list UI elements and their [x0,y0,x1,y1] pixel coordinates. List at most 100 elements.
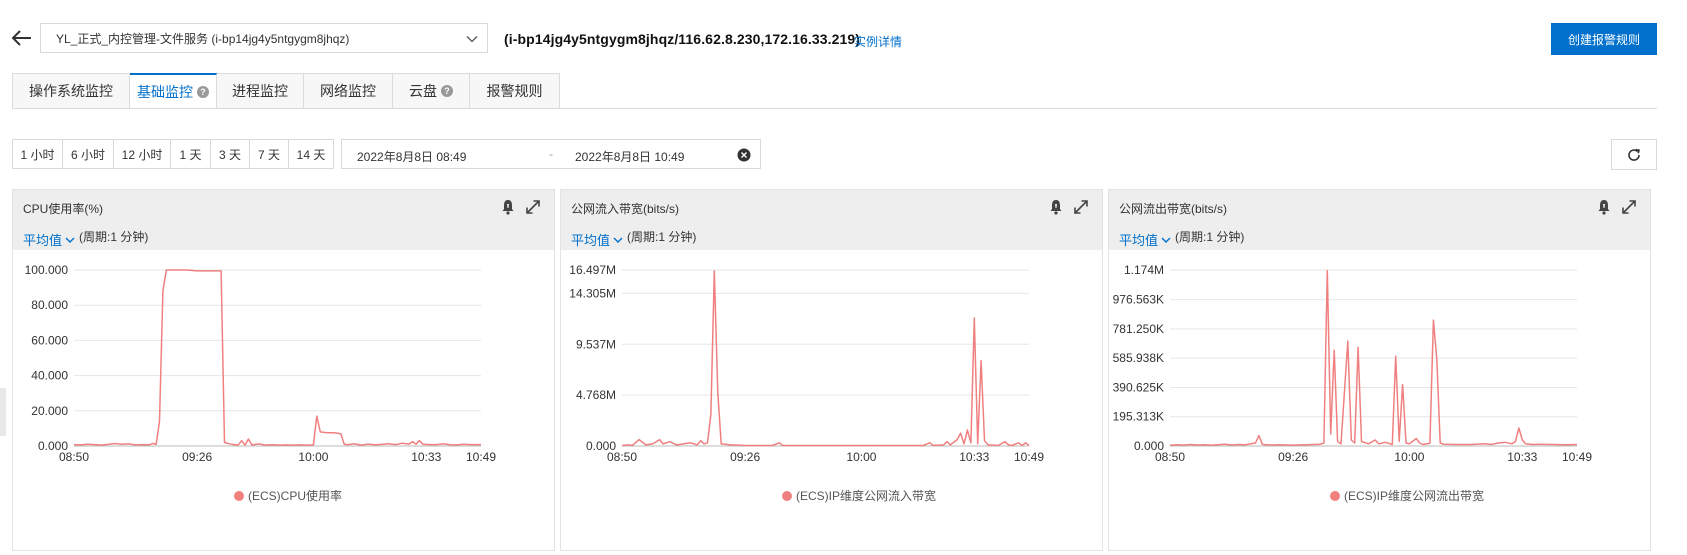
monitor-tabs: 操作系统监控 基础监控 ? 进程监控 网络监控 云盘 ? 报警规则 [12,73,560,109]
tab-network-monitor[interactable]: 网络监控 [304,73,393,109]
y-tick-label: 1.174M [1124,263,1164,277]
y-tick-label: 14.305M [569,286,616,300]
chevron-down-icon [613,237,623,243]
instance-info: (i-bp14jg4y5ntgygm8jhqz/116.62.8.230,172… [504,31,861,47]
x-tick-label: 10:49 [1562,450,1592,464]
y-tick-label: 80.000 [31,298,68,312]
x-tick-label: 09:26 [1278,450,1308,464]
x-tick-label: 08:50 [59,450,89,464]
tab-label: 操作系统监控 [29,83,113,99]
alarm-bell-icon[interactable] [1595,198,1613,216]
panel-header: CPU使用率(%) 平均值 (周期:1 分钟) [13,190,554,250]
panel-title: 公网流出带宽(bits/s) [1119,202,1228,216]
tab-label: 进程监控 [232,83,288,99]
x-tick-label: 10:00 [1394,450,1424,464]
chevron-down-icon [65,237,75,243]
time-range-buttons: 1 小时 6 小时 12 小时 1 天 3 天 7 天 14 天 [12,139,334,169]
y-tick-label: 9.537M [576,337,616,351]
y-tick-label: 20.000 [31,404,68,418]
x-tick-label: 09:26 [730,450,760,464]
tab-divider [12,108,1657,109]
x-tick-label: 09:26 [182,450,212,464]
tab-label: 网络监控 [320,83,376,99]
instance-detail-link[interactable]: 实例详情 [854,33,902,50]
x-tick-label: 10:33 [959,450,989,464]
aggregation-select[interactable]: 平均值 [571,230,624,249]
series-line [73,269,481,446]
expand-icon[interactable] [1072,198,1090,216]
x-tick-label: 10:00 [846,450,876,464]
aggregation-select[interactable]: 平均值 [1119,230,1172,249]
aggregation-value: 平均值 [23,233,63,248]
y-tick-label: 390.625K [1113,380,1164,394]
alarm-bell-icon[interactable] [499,198,517,216]
y-tick-label: 585.938K [1113,351,1164,365]
aggregation-select[interactable]: 平均值 [23,230,76,249]
outbound-bandwidth-panel: 公网流出带宽(bits/s) 平均值 (周期:1 分钟) 0.000 195.31… [1108,189,1651,551]
range-7d-button[interactable]: 7 天 [250,139,289,169]
expand-icon[interactable] [1620,198,1638,216]
tab-basic-monitor[interactable]: 基础监控 ? [130,73,217,109]
clear-icon[interactable] [737,148,751,162]
legend-label: (ECS)IP维度公网流出带宽 [1344,488,1484,503]
cpu-usage-panel: CPU使用率(%) 平均值 (周期:1 分钟) 0.000 20.000 40.00… [12,189,555,551]
help-icon[interactable]: ? [441,85,453,97]
panel-title: CPU使用率(%) [23,202,103,216]
tab-label: 报警规则 [486,83,543,99]
x-tick-label: 08:50 [1155,450,1185,464]
panel-header: 公网流入带宽(bits/s) 平均值 (周期:1 分钟) [561,190,1102,250]
help-icon[interactable]: ? [197,85,209,98]
range-6h-button[interactable]: 6 小时 [63,139,114,169]
chevron-down-icon [1161,237,1171,243]
legend-label: (ECS)IP维度公网流入带宽 [796,488,936,503]
legend-marker [1330,491,1340,501]
period-label: (周期:1 分钟) [79,230,149,244]
range-1h-button[interactable]: 1 小时 [12,139,63,169]
side-panel-handle[interactable] [0,388,6,436]
alarm-bell-icon[interactable] [1047,198,1065,216]
tab-alarm-rules[interactable]: 报警规则 [470,73,560,109]
date-range-picker[interactable]: 2022年8月8日 08:49 - 2022年8月8日 10:49 [341,139,761,169]
y-tick-label: 781.250K [1113,322,1164,336]
panel-header: 公网流出带宽(bits/s) 平均值 (周期:1 分钟) [1109,190,1650,250]
y-tick-label: 100.000 [25,263,69,277]
refresh-button[interactable] [1611,139,1657,170]
x-tick-label: 10:49 [466,450,496,464]
x-tick-label: 10:33 [411,450,441,464]
legend-label: (ECS)CPU使用率 [248,488,342,503]
instance-select[interactable]: YL_正式_内控管理-文件服务 (i-bp14jg4y5ntgygm8jhqz) [40,23,488,53]
range-14d-button[interactable]: 14 天 [289,139,334,169]
range-1d-button[interactable]: 1 天 [171,139,211,169]
tab-process-monitor[interactable]: 进程监控 [217,73,304,109]
tab-label: 云盘 [409,83,437,99]
aggregation-value: 平均值 [1119,233,1159,248]
x-tick-label: 08:50 [607,450,637,464]
y-tick-label: 976.563K [1113,293,1164,307]
y-tick-label: 40.000 [31,369,68,383]
expand-icon[interactable] [524,198,542,216]
series-line [621,270,1030,447]
panel-title: 公网流入带宽(bits/s) [571,202,680,216]
inbound-bandwidth-chart: 0.0004.768M9.537M14.305M16.497M08:50 09:2… [569,263,1044,503]
y-tick-label: 195.313K [1113,410,1164,424]
x-tick-label: 10:00 [298,450,328,464]
y-tick-label: 16.497M [569,263,616,277]
date-separator: - [549,147,553,161]
y-tick-label: 4.768M [576,388,616,402]
period-label: (周期:1 分钟) [1175,230,1245,244]
back-arrow-icon[interactable] [10,26,34,50]
tab-os-monitor[interactable]: 操作系统监控 [12,73,130,109]
date-start-input[interactable]: 2022年8月8日 08:49 [357,148,466,165]
tab-cloud-disk[interactable]: 云盘 ? [393,73,470,109]
range-12h-button[interactable]: 12 小时 [114,139,171,169]
range-3d-button[interactable]: 3 天 [211,139,250,169]
aggregation-value: 平均值 [571,233,611,248]
tab-label: 基础监控 [137,83,193,100]
x-tick-label: 10:49 [1014,450,1044,464]
date-end-input[interactable]: 2022年8月8日 10:49 [575,148,684,165]
legend-marker [234,491,244,501]
period-label: (周期:1 分钟) [627,230,697,244]
create-alarm-rule-button[interactable]: 创建报警规则 [1551,23,1657,55]
y-tick-label: 60.000 [31,333,68,347]
chevron-down-icon [466,36,478,43]
